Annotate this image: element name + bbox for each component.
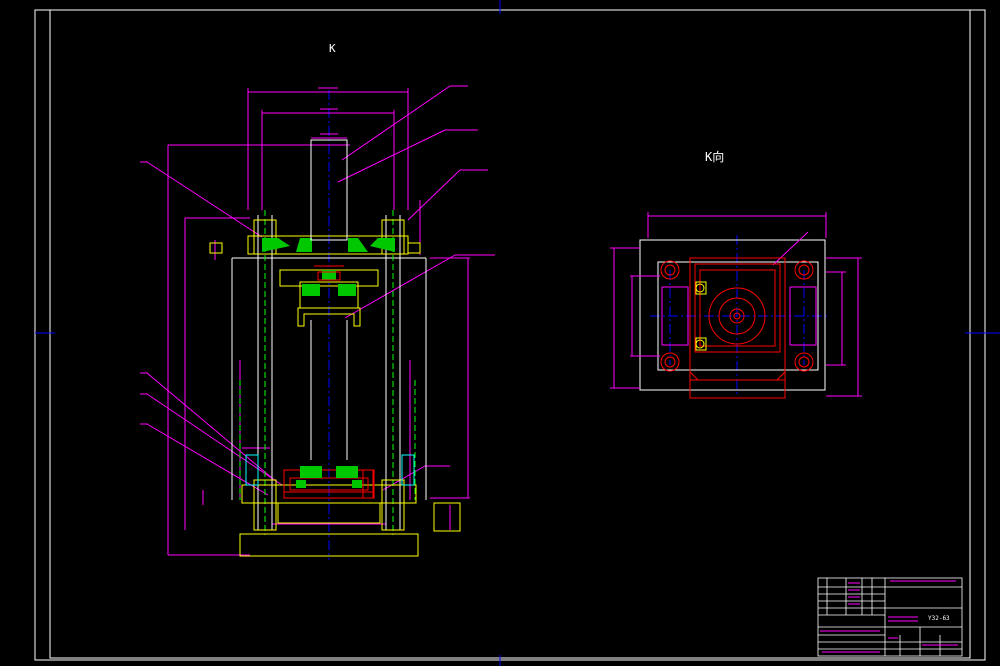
plan-view-k [610,212,862,399]
front-section-view [140,85,495,560]
cad-drawing-canvas [34,0,1000,666]
drawing-frame [34,0,1000,666]
plan-view-title: K向 [705,150,725,164]
drawing-model-number: Y32-63 [928,615,950,622]
lower-workbench [239,479,461,557]
view-direction-label: K [329,42,336,55]
